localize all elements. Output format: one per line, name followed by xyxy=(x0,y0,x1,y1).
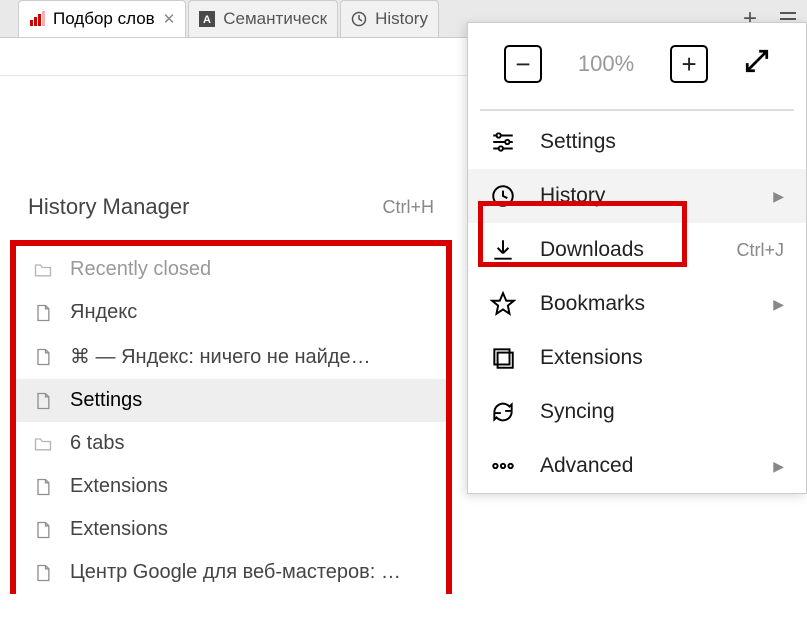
chevron-right-icon: ▶ xyxy=(773,188,784,205)
menu-item-label: Settings xyxy=(540,130,616,154)
page-icon xyxy=(32,390,54,412)
zoom-in-button[interactable]: + xyxy=(670,45,708,83)
menu-downloads[interactable]: Downloads Ctrl+J xyxy=(468,223,806,277)
menu-item-label: Extensions xyxy=(540,346,643,370)
menu-bookmarks[interactable]: Bookmarks ▶ xyxy=(468,277,806,331)
history-item-label: Яндекс xyxy=(70,301,137,324)
svg-text:A: A xyxy=(203,14,211,26)
dots-icon xyxy=(490,453,516,479)
page-icon xyxy=(32,562,54,584)
download-icon xyxy=(490,237,516,263)
history-item-recently-closed[interactable]: Recently closed xyxy=(16,248,446,291)
history-item-label: Extensions xyxy=(70,475,168,498)
clock-icon xyxy=(351,11,367,27)
bars-icon xyxy=(29,11,45,27)
history-manager-shortcut: Ctrl+H xyxy=(382,197,434,218)
menu-shortcut: Ctrl+J xyxy=(736,240,784,261)
history-item-label: Recently closed xyxy=(70,258,211,281)
tab-label: Подбор слов xyxy=(53,9,155,29)
menu-item-label: Syncing xyxy=(540,400,615,424)
tab-semanticheskoe[interactable]: A Семантическ xyxy=(188,0,338,37)
menu-item-label: Bookmarks xyxy=(540,292,645,316)
history-manager-header[interactable]: History Manager Ctrl+H xyxy=(10,178,452,240)
menu-item-label: Advanced xyxy=(540,454,633,478)
history-item-label: Settings xyxy=(70,389,142,412)
history-item-label: 6 tabs xyxy=(70,432,124,455)
zoom-out-button[interactable]: − xyxy=(504,45,542,83)
chevron-right-icon: ▶ xyxy=(773,296,784,313)
extensions-icon xyxy=(490,345,516,371)
menu-advanced[interactable]: Advanced ▶ xyxy=(468,439,806,493)
page-icon xyxy=(32,346,54,368)
letter-a-icon: A xyxy=(199,11,215,27)
history-item[interactable]: Extensions xyxy=(16,508,446,551)
tab-history[interactable]: History xyxy=(340,0,439,37)
history-item[interactable]: Extensions xyxy=(16,465,446,508)
zoom-controls: − 100% + xyxy=(468,23,806,105)
history-manager-title: History Manager xyxy=(28,194,189,220)
zoom-value: 100% xyxy=(578,51,634,77)
close-icon[interactable]: ✕ xyxy=(163,10,176,28)
star-icon xyxy=(490,291,516,317)
menu-item-label: Downloads xyxy=(540,238,644,262)
history-item[interactable]: Центр Google для веб-мастеров: … xyxy=(16,551,446,594)
tab-label: History xyxy=(375,9,428,29)
fullscreen-icon[interactable] xyxy=(744,48,770,81)
page-icon xyxy=(32,476,54,498)
history-item-settings-hover[interactable]: Settings xyxy=(16,379,446,422)
history-item-6tabs[interactable]: 6 tabs xyxy=(16,422,446,465)
tab-podbor-slov[interactable]: Подбор слов ✕ xyxy=(18,0,186,37)
menu-syncing[interactable]: Syncing xyxy=(468,385,806,439)
history-item[interactable]: Яндекс xyxy=(16,291,446,334)
folder-icon xyxy=(32,433,54,455)
history-item-label: Центр Google для веб-мастеров: … xyxy=(70,561,401,584)
clock-icon xyxy=(490,183,516,209)
page-icon xyxy=(32,519,54,541)
menu-extensions[interactable]: Extensions xyxy=(468,331,806,385)
menu-history[interactable]: History ▶ xyxy=(468,169,806,223)
menu-settings[interactable]: Settings xyxy=(468,115,806,169)
page-icon xyxy=(32,302,54,324)
folder-icon xyxy=(32,259,54,281)
main-menu-panel: − 100% + Settings History ▶ Downloads Ct… xyxy=(467,22,807,494)
chevron-right-icon: ▶ xyxy=(773,458,784,475)
tab-label: Семантическ xyxy=(223,9,327,29)
history-item-label: ⌘ — Яндекс: ничего не найде… xyxy=(70,344,371,369)
sliders-icon xyxy=(490,129,516,155)
history-item[interactable]: ⌘ — Яндекс: ничего не найде… xyxy=(16,334,446,379)
red-highlight-list: Recently closed Яндекс ⌘ — Яндекс: ничег… xyxy=(10,240,452,594)
history-submenu: History Manager Ctrl+H Recently closed Я… xyxy=(10,178,452,594)
menu-item-label: History xyxy=(540,184,605,208)
menu-separator xyxy=(480,109,794,111)
sync-icon xyxy=(490,399,516,425)
history-item-label: Extensions xyxy=(70,518,168,541)
